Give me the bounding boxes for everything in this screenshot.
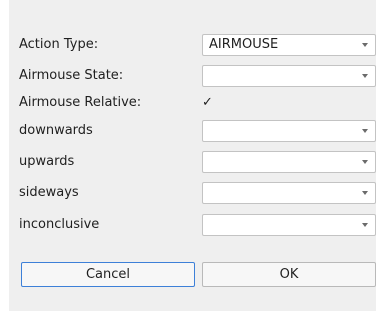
- chevron-down-icon: [362, 223, 368, 227]
- ok-button[interactable]: OK: [202, 262, 376, 287]
- sideways-combo[interactable]: [202, 182, 376, 204]
- inconclusive-combo[interactable]: [202, 214, 376, 236]
- airmouse-relative-label: Airmouse Relative:: [19, 95, 142, 110]
- action-type-value: AIRMOUSE: [209, 37, 279, 52]
- chevron-down-icon: [362, 129, 368, 133]
- airmouse-state-combo[interactable]: [202, 65, 376, 87]
- downwards-combo[interactable]: [202, 120, 376, 142]
- inconclusive-label: inconclusive: [19, 217, 100, 232]
- downwards-label: downwards: [19, 123, 93, 138]
- chevron-down-icon: [362, 74, 368, 78]
- upwards-combo[interactable]: [202, 151, 376, 173]
- airmouse-state-label: Airmouse State:: [19, 68, 124, 83]
- sideways-label: sideways: [19, 185, 79, 200]
- airmouse-relative-checkbox[interactable]: ✓: [202, 94, 220, 112]
- action-type-label: Action Type:: [19, 37, 99, 52]
- chevron-down-icon: [362, 160, 368, 164]
- action-type-combo[interactable]: AIRMOUSE: [202, 34, 376, 56]
- cancel-button[interactable]: Cancel: [21, 262, 195, 287]
- action-dialog: Action Type: AIRMOUSE Airmouse State: Ai…: [9, 0, 376, 311]
- chevron-down-icon: [362, 43, 368, 47]
- chevron-down-icon: [362, 191, 368, 195]
- upwards-label: upwards: [19, 154, 75, 169]
